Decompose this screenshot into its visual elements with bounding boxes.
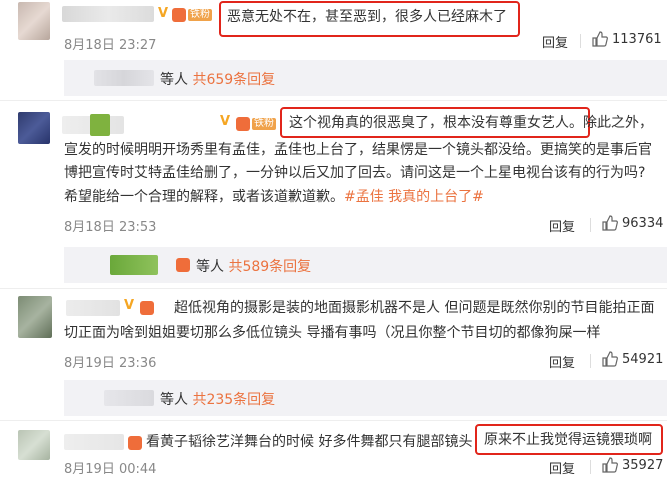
thumbs-up-icon <box>592 31 608 47</box>
comment-text-line2: 宣发的时候明明开场秀里有孟佳，孟佳也上台了，结果愣是一个镜头都没给。更搞笑的是事… <box>64 142 652 158</box>
like-button[interactable]: 35927 <box>602 457 663 473</box>
fan-badge-icon <box>128 436 142 450</box>
like-count: 113761 <box>612 31 662 47</box>
thumbs-up-icon <box>602 215 618 231</box>
divider <box>590 218 591 232</box>
like-count: 35927 <box>622 457 664 473</box>
comment-text-line3: 博把宣传时艾特孟佳给删了，一分钟以后又加了回去。请问这是一个上星电视台该有的行为… <box>64 165 646 181</box>
thumbs-up-icon <box>602 351 618 367</box>
separator <box>0 420 667 421</box>
fan-tag: 铁粉 <box>252 118 276 130</box>
thumbs-up-icon <box>602 457 618 473</box>
divider <box>590 460 591 474</box>
like-button[interactable]: 96334 <box>602 215 663 231</box>
fan-badge-icon <box>172 8 186 22</box>
sub-replies-label[interactable]: 等人 共659条回复 <box>160 69 275 89</box>
comment-text-line4: 希望能给一个合理的解释，或者该道歉道歉。#孟佳 我真的上台了# <box>64 189 484 205</box>
sub-replies-label[interactable]: 等人 共235条回复 <box>160 389 275 409</box>
username[interactable] <box>64 434 124 450</box>
topic-link[interactable]: #孟佳 我真的上台了# <box>344 189 484 205</box>
sub-replies-count: 共659条回复 <box>192 72 276 88</box>
v-badge-icon: V <box>220 114 231 129</box>
fan-badge-icon <box>236 117 250 131</box>
fan-tag: 铁粉 <box>188 9 212 21</box>
like-button[interactable]: 54921 <box>602 351 663 367</box>
timestamp: 8月18日 23:53 <box>64 220 157 235</box>
like-count: 96334 <box>622 215 664 231</box>
fan-badge-icon <box>176 258 190 272</box>
reply-button[interactable]: 回复 <box>542 32 568 51</box>
reply-user <box>104 390 154 406</box>
like-count: 54921 <box>622 351 664 367</box>
timestamp: 8月19日 23:36 <box>64 356 157 371</box>
comment-text: 看黄子韬徐艺洋舞台的时候 好多件舞都只有腿部镜头 <box>146 434 473 450</box>
sub-replies-bar[interactable]: 等人 共235条回复 <box>64 380 667 416</box>
comment-text-line1: 超低视角的摄影是装的地面摄影机器不是人 但问题是既然你别的节目能拍正面 <box>174 300 655 316</box>
avatar[interactable] <box>18 430 50 460</box>
username[interactable] <box>62 6 154 22</box>
fan-badge-icon <box>140 301 154 315</box>
sub-replies-bar[interactable]: 等人 共589条回复 <box>64 247 667 283</box>
like-button[interactable]: 113761 <box>592 31 662 47</box>
timestamp: 8月18日 23:27 <box>64 38 157 53</box>
avatar[interactable] <box>18 2 50 40</box>
sub-replies-count: 共589条回复 <box>228 259 312 275</box>
avatar[interactable] <box>18 112 50 144</box>
reply-button[interactable]: 回复 <box>549 216 575 235</box>
separator <box>0 288 667 289</box>
separator <box>0 100 667 101</box>
comment-text: 恶意无处不在，甚至恶到，很多人已经麻木了 <box>227 9 507 25</box>
comment-text-highlight: 原来不止我觉得运镜猥琐啊 <box>484 432 652 448</box>
username-block <box>90 114 110 136</box>
sub-replies-bar[interactable]: 等人 共659条回复 <box>64 60 667 96</box>
v-badge-icon: V <box>124 298 135 313</box>
comment-text-line1: 这个视角真的很恶臭了，根本没有尊重女艺人。除此之外， <box>289 115 653 131</box>
reply-user <box>94 70 154 86</box>
timestamp: 8月19日 00:44 <box>64 462 157 477</box>
username[interactable] <box>66 300 120 316</box>
comment-text-line2: 切正面为啥到姐姐要切那么多低位镜头 导播有事吗（况且你整个节目切的都像狗屎一样 <box>64 325 601 341</box>
divider <box>590 354 591 368</box>
sub-replies-label[interactable]: 等人 共589条回复 <box>196 256 311 276</box>
avatar[interactable] <box>18 296 52 338</box>
reply-button[interactable]: 回复 <box>549 352 575 371</box>
divider <box>580 34 581 48</box>
sub-replies-count: 共235条回复 <box>192 392 276 408</box>
v-badge-icon: V <box>158 6 169 21</box>
reply-button[interactable]: 回复 <box>549 458 575 477</box>
reply-user <box>110 255 158 275</box>
